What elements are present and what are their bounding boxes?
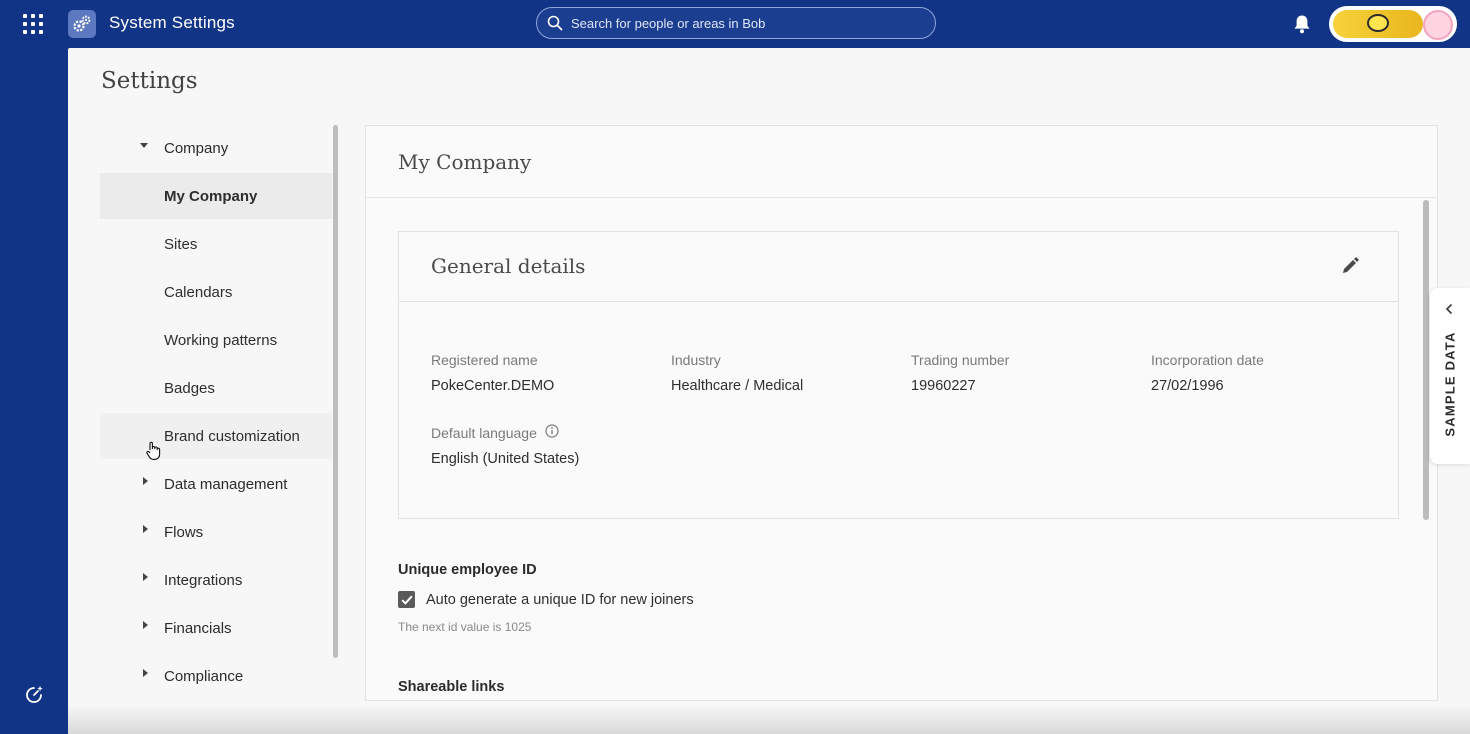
nav-item-label: Flows [164, 523, 204, 541]
nav-item-label: Data management [164, 475, 288, 493]
auto-generate-id-checkbox-row[interactable]: Auto generate a unique ID for new joiner… [398, 591, 694, 608]
nav-item-working-patterns[interactable]: Working patterns [100, 317, 332, 363]
whats-new-sparkle-icon[interactable] [23, 684, 45, 711]
nav-item-label: Brand customization [164, 427, 300, 445]
field-industry: Industry Healthcare / Medical [671, 352, 803, 394]
card-header: My Company [366, 126, 1437, 198]
apps-grid-icon[interactable] [22, 13, 44, 35]
bottom-shadow [68, 708, 1470, 734]
shareable-links-title: Shareable links [398, 679, 505, 695]
nav-section-integrations[interactable]: Integrations [100, 557, 332, 603]
caret-right-icon [143, 477, 148, 485]
nav-item-sites[interactable]: Sites [100, 221, 332, 267]
field-incorporation-date: Incorporation date 27/02/1996 [1151, 352, 1264, 394]
field-default-language: Default language English (United States) [431, 424, 579, 467]
nav-section-data-management[interactable]: Data management [100, 461, 332, 507]
field-label: Incorporation date [1151, 352, 1264, 368]
field-value: English (United States) [431, 451, 580, 467]
search-input[interactable] [571, 8, 921, 38]
info-icon[interactable] [545, 424, 559, 441]
nav-scrollbar[interactable] [333, 125, 338, 658]
field-registered-name: Registered name PokeCenter.DEMO [431, 352, 554, 394]
edit-pencil-icon[interactable] [1340, 256, 1360, 281]
general-details-panel: General details Registered name PokeCent… [398, 231, 1399, 519]
next-id-hint: The next id value is 1025 [398, 620, 532, 634]
search-bar[interactable] [536, 7, 936, 39]
general-details-title: General details [431, 254, 586, 278]
caret-right-icon [143, 621, 148, 629]
content-scrollbar[interactable] [1423, 200, 1429, 520]
nav-item-label: Compliance [164, 667, 244, 685]
nav-section-company[interactable]: Company [100, 125, 332, 171]
hand-cursor-icon [145, 441, 161, 466]
caret-right-icon [143, 525, 148, 533]
caret-down-icon [140, 143, 148, 148]
left-rail [0, 48, 68, 734]
page-title: Settings [101, 68, 198, 94]
nav-item-label: Calendars [164, 283, 233, 301]
chevron-left-icon [1444, 302, 1454, 320]
field-value: PokeCenter.DEMO [431, 378, 555, 394]
nav-item-calendars[interactable]: Calendars [100, 269, 332, 315]
nav-item-label: My Company [164, 187, 258, 205]
nav-section-compliance[interactable]: Compliance [100, 653, 332, 699]
user-profile-chip[interactable] [1329, 6, 1457, 42]
nav-item-label: Sites [164, 235, 198, 253]
field-value: Healthcare / Medical [671, 378, 804, 394]
field-trading-number: Trading number 19960227 [911, 352, 1009, 394]
nav-item-label: Integrations [164, 571, 243, 589]
settings-nav: Company My Company Sites Calendars Worki… [100, 125, 332, 705]
general-details-header: General details [399, 232, 1398, 302]
unique-employee-id-title: Unique employee ID [398, 562, 537, 578]
search-icon [547, 15, 563, 36]
nav-item-label: Company [164, 139, 229, 157]
field-value: 19960227 [911, 378, 976, 394]
nav-item-brand-customization[interactable]: Brand customization [100, 413, 332, 459]
settings-gears-icon [68, 10, 96, 38]
sample-data-tab[interactable]: SAMPLE DATA [1430, 288, 1470, 464]
caret-right-icon [143, 573, 148, 581]
nav-section-flows[interactable]: Flows [100, 509, 332, 555]
sample-data-label: SAMPLE DATA [1442, 331, 1458, 437]
auto-generate-id-checkbox[interactable] [398, 591, 415, 608]
settings-page: Settings Company My Company Sites Calend… [68, 48, 1470, 734]
bell-icon[interactable] [1293, 14, 1311, 39]
nav-item-label: Financials [164, 619, 232, 637]
field-label: Default language [431, 424, 537, 441]
nav-item-label: Badges [164, 379, 215, 397]
checkbox-label: Auto generate a unique ID for new joiner… [426, 591, 694, 608]
field-value: 27/02/1996 [1151, 378, 1224, 394]
caret-right-icon [143, 669, 148, 677]
field-label-row: Default language [431, 424, 579, 441]
field-label: Trading number [911, 352, 1010, 368]
character-face-image [1367, 14, 1389, 32]
top-bar: System Settings [0, 0, 1470, 48]
nav-section-financials[interactable]: Financials [100, 605, 332, 651]
card-title: My Company [398, 150, 532, 174]
avatar [1423, 10, 1453, 40]
my-company-card: My Company General details Registered na… [365, 125, 1438, 701]
nav-item-label: Working patterns [164, 331, 278, 349]
field-label: Industry [671, 352, 721, 368]
field-label: Registered name [431, 352, 538, 368]
nav-item-badges[interactable]: Badges [100, 365, 332, 411]
app-title: System Settings [109, 13, 235, 32]
nav-item-my-company[interactable]: My Company [100, 173, 332, 219]
